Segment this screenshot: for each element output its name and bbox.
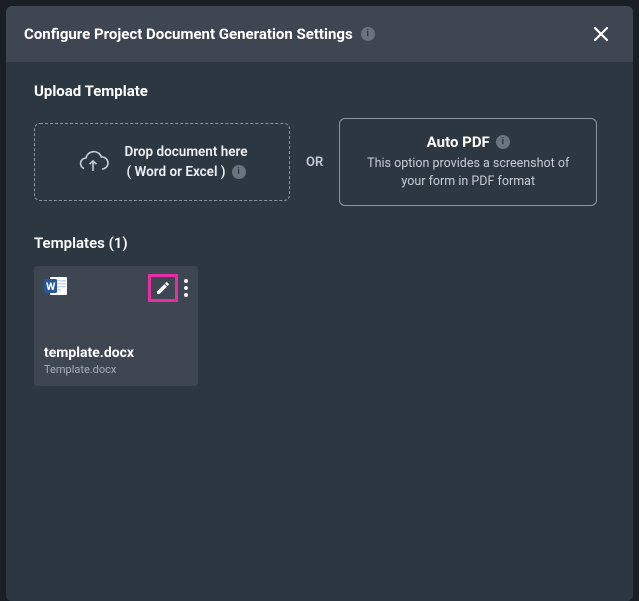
card-footer: template.docx Template.docx [44, 345, 134, 376]
kebab-dot-icon [184, 286, 188, 290]
info-icon[interactable]: i [496, 135, 510, 149]
auto-pdf-option[interactable]: Auto PDF i This option provides a screen… [339, 118, 597, 206]
auto-pdf-description: This option provides a screenshot of you… [358, 155, 578, 191]
kebab-dot-icon [184, 279, 188, 283]
template-name: template.docx [44, 345, 134, 361]
modal-body: Upload Template Drop document here ( Wor… [6, 62, 633, 601]
info-icon[interactable]: i [232, 165, 246, 179]
word-file-icon [44, 276, 68, 296]
close-button[interactable] [587, 20, 615, 48]
modal-title-row: Configure Project Document Generation Se… [24, 25, 375, 43]
auto-pdf-title-row: Auto PDF i [358, 133, 578, 151]
modal-header: Configure Project Document Generation Se… [6, 6, 633, 62]
template-subtitle: Template.docx [44, 363, 134, 376]
info-icon[interactable]: i [361, 27, 375, 41]
drop-line2-row: ( Word or Excel ) i [126, 162, 245, 182]
close-icon [591, 24, 611, 44]
card-actions [148, 274, 190, 302]
templates-section-title: Templates (1) [34, 234, 605, 252]
drop-line2: ( Word or Excel ) [126, 162, 225, 182]
modal-title: Configure Project Document Generation Se… [24, 25, 353, 43]
auto-pdf-title: Auto PDF [427, 133, 490, 151]
more-options-button[interactable] [182, 275, 190, 301]
template-card[interactable]: template.docx Template.docx [34, 266, 198, 386]
drop-zone[interactable]: Drop document here ( Word or Excel ) i [34, 123, 290, 202]
upload-section-title: Upload Template [34, 82, 605, 100]
cloud-upload-icon [76, 149, 110, 175]
kebab-dot-icon [184, 293, 188, 297]
or-separator: OR [306, 155, 323, 170]
upload-row: Drop document here ( Word or Excel ) i O… [34, 118, 605, 206]
edit-template-button[interactable] [148, 274, 178, 302]
drop-text: Drop document here ( Word or Excel ) i [124, 142, 247, 183]
settings-modal: Configure Project Document Generation Se… [6, 6, 633, 601]
drop-line1: Drop document here [124, 142, 247, 162]
pencil-icon [155, 280, 171, 296]
